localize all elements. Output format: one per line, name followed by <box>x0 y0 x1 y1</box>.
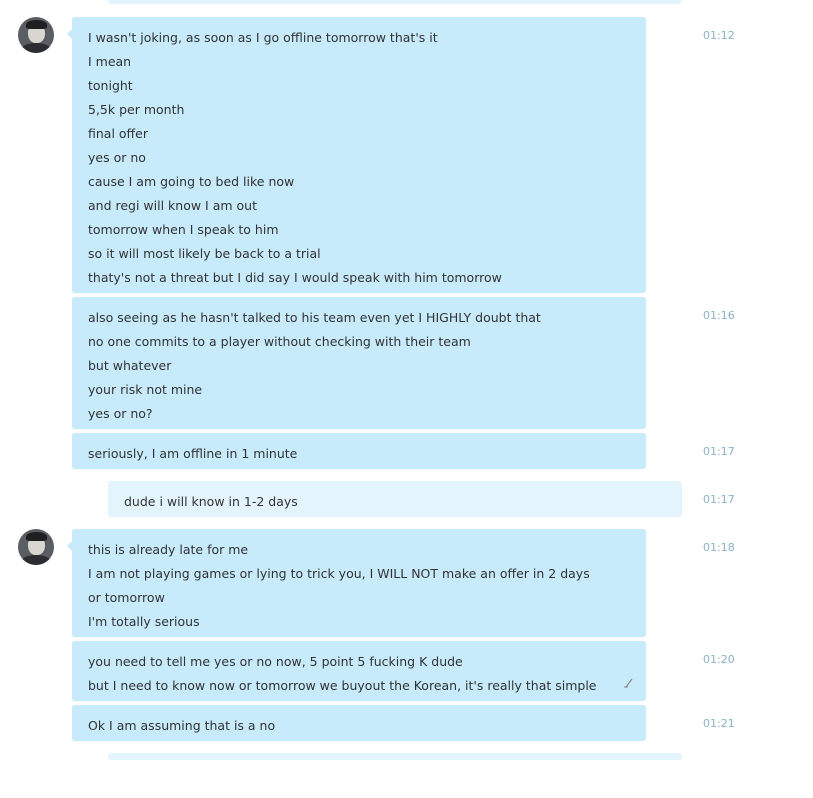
message-line: this is already late for me <box>88 542 249 557</box>
avatar-hair <box>26 20 47 29</box>
message-line: thaty's not a threat but I did say I wou… <box>88 270 502 285</box>
message-bubble[interactable]: this is already late for me I am not pla… <box>67 529 646 637</box>
message-line: tonight <box>88 78 133 93</box>
bubble-tail <box>67 541 72 551</box>
pencil-icon <box>624 678 634 691</box>
avatar-shoulders <box>21 43 51 53</box>
message-line: final offer <box>88 126 148 141</box>
message-line: cause I am going to bed like now <box>88 174 295 189</box>
message-timestamp: 01:17 <box>703 445 735 458</box>
message-line: seriously, I am offline in 1 minute <box>88 446 298 461</box>
avatar-shoulders <box>21 555 51 565</box>
message-bubble[interactable]: Ok I am assuming that is a no <box>72 705 646 741</box>
message-timestamp: 01:17 <box>703 493 735 506</box>
message-bubble[interactable]: seriously, I am offline in 1 minute <box>72 433 646 469</box>
message-line: yes or no? <box>88 406 153 421</box>
avatar-hair <box>26 532 47 541</box>
message-line: dude i will know in 1-2 days <box>124 494 298 509</box>
contact-avatar[interactable] <box>18 17 54 53</box>
message-line: 5,5k per month <box>88 102 185 117</box>
message-line: tomorrow when I speak to him <box>88 222 279 237</box>
message-line: I wasn't joking, as soon as I go offline… <box>88 30 438 45</box>
message-line: and regi will know I am out <box>88 198 257 213</box>
message-line: I'm totally serious <box>88 614 200 629</box>
message-timestamp: 01:12 <box>703 29 735 42</box>
message-line: I am not playing games or lying to trick… <box>88 566 590 581</box>
message-line: so it will most likely be back to a tria… <box>88 246 321 261</box>
message-timestamp: 01:16 <box>703 309 735 322</box>
message-bubble[interactable]: also seeing as he hasn't talked to his t… <box>72 297 646 429</box>
message-line: I mean <box>88 54 132 69</box>
message-line: your risk not mine <box>88 382 203 397</box>
message-bubble-outgoing[interactable]: dude i will know in 1-2 days <box>108 481 682 517</box>
message-line: or tomorrow <box>88 590 165 605</box>
message-line: you need to tell me yes or no now, 5 poi… <box>88 654 463 669</box>
message-line: also seeing as he hasn't talked to his t… <box>88 310 541 325</box>
message-bubble[interactable]: I wasn't joking, as soon as I go offline… <box>67 17 646 293</box>
message-timestamp: 01:21 <box>703 717 735 730</box>
message-line: no one commits to a player without check… <box>88 334 471 349</box>
message-line: Ok I am assuming that is a no <box>88 718 276 733</box>
message-timestamp: 01:20 <box>703 653 735 666</box>
message-timestamp: 01:18 <box>703 541 735 554</box>
message-line: but whatever <box>88 358 172 373</box>
message-bubble-partial-top <box>108 0 682 4</box>
contact-avatar[interactable] <box>18 529 54 565</box>
bubble-tail <box>67 29 72 39</box>
message-bubble-partial-bottom <box>108 753 682 760</box>
message-line: yes or no <box>88 150 146 165</box>
message-bubble[interactable]: you need to tell me yes or no now, 5 poi… <box>72 641 646 701</box>
message-line: but I need to know now or tomorrow we bu… <box>88 678 597 693</box>
